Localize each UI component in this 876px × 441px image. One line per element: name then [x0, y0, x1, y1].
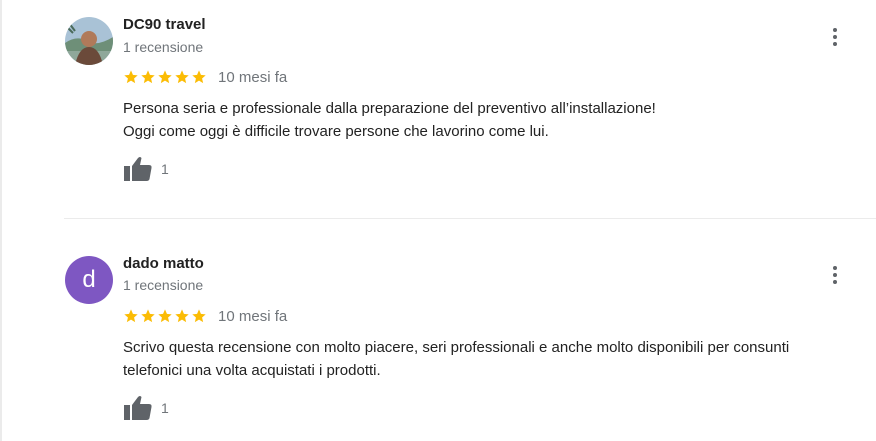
review-text-line: Oggi come oggi è difficile trovare perso… — [123, 123, 549, 140]
reviewer-review-count: 1 recensione — [123, 39, 204, 55]
more-vert-dot — [833, 42, 837, 46]
review-card: DC90 travel 1 recensione 10 mesi fa Pers… — [0, 0, 876, 218]
more-vert-dot — [833, 280, 837, 284]
thumbs-up-icon — [124, 157, 152, 181]
star-icon — [158, 70, 172, 84]
more-options-button[interactable] — [826, 25, 844, 49]
rating-row: 10 mesi fa — [123, 306, 287, 326]
star-icon — [192, 70, 206, 84]
review-text-line: Persona seria e professionale dalla prep… — [123, 100, 656, 117]
star-icon — [141, 70, 155, 84]
star-rating — [123, 308, 207, 324]
review-text-line: Scrivo questa recensione con molto piace… — [123, 339, 790, 356]
reviewer-photo-icon — [65, 17, 113, 65]
more-vert-icon — [833, 28, 837, 32]
reviewer-avatar[interactable] — [65, 17, 113, 65]
rating-row: 10 mesi fa — [123, 67, 287, 87]
star-rating — [123, 69, 207, 85]
avatar-letter: d — [82, 266, 96, 293]
star-icon — [192, 309, 206, 323]
like-count: 1 — [161, 400, 169, 416]
review-date: 10 mesi fa — [218, 68, 288, 86]
star-icon — [158, 309, 172, 323]
reviewer-name[interactable]: dado matto — [123, 255, 204, 273]
star-icon — [124, 70, 138, 84]
star-icon — [175, 309, 189, 323]
thumbs-up-icon — [124, 396, 152, 420]
star-icon — [175, 70, 189, 84]
review-date: 10 mesi fa — [218, 307, 288, 325]
review-card: d dado matto 1 recensione 10 mesi fa Scr… — [0, 219, 876, 441]
like-button[interactable]: 1 — [123, 394, 169, 422]
more-vert-icon — [833, 266, 837, 270]
star-icon — [141, 309, 155, 323]
reviewer-review-count: 1 recensione — [123, 277, 204, 293]
more-options-button[interactable] — [826, 263, 844, 287]
reviewer-name[interactable]: DC90 travel — [123, 16, 206, 34]
more-vert-dot — [833, 273, 837, 277]
more-vert-dot — [833, 35, 837, 39]
reviews-list: DC90 travel 1 recensione 10 mesi fa Pers… — [0, 0, 876, 441]
review-text: Persona seria e professionale dalla prep… — [123, 97, 863, 143]
like-count: 1 — [161, 161, 169, 177]
reviewer-avatar[interactable]: d — [65, 256, 113, 304]
review-text: Scrivo questa recensione con molto piace… — [123, 336, 863, 382]
like-button[interactable]: 1 — [123, 155, 169, 183]
review-text-line: telefonici una volta acquistati i prodot… — [123, 362, 381, 379]
star-icon — [124, 309, 138, 323]
